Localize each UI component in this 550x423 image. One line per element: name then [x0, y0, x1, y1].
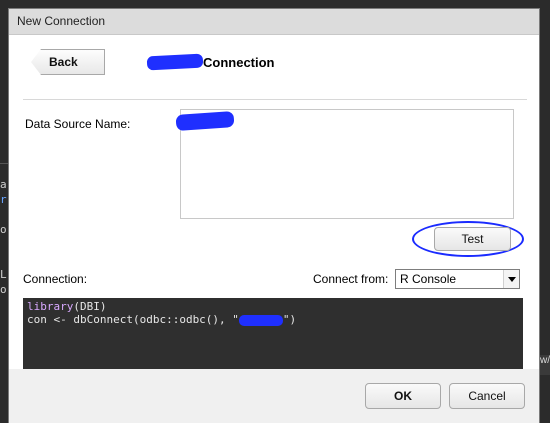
- back-button[interactable]: Back: [31, 49, 105, 75]
- dialog-title: New Connection: [9, 9, 539, 35]
- code-function: library: [27, 300, 74, 313]
- connect-from-label: Connect from:: [313, 272, 389, 286]
- new-connection-dialog: New Connection Back Connection Data Sour…: [8, 8, 540, 423]
- header-divider: [23, 99, 527, 100]
- dialog-footer: OK Cancel: [9, 369, 539, 423]
- dialog-content: Back Connection Data Source Name: Test C…: [9, 35, 539, 369]
- background-editor-glyph: o: [0, 283, 7, 296]
- dialog-header: Back Connection: [9, 35, 539, 101]
- dsn-label: Data Source Name:: [25, 117, 131, 131]
- code-text: con <- dbConnect(odbc::odbc(), ": [27, 313, 239, 326]
- connect-from-value: R Console: [400, 272, 457, 286]
- background-editor-glyph: L: [0, 268, 7, 281]
- test-button[interactable]: Test: [434, 227, 511, 251]
- ok-button[interactable]: OK: [365, 383, 441, 409]
- background-editor-glyph: w/: [540, 355, 550, 375]
- redaction-scribble: [238, 314, 283, 326]
- chevron-down-icon: [503, 270, 519, 288]
- code-text: "): [282, 313, 297, 326]
- background-editor-glyph: a: [0, 178, 7, 191]
- connection-code[interactable]: library(DBI) con <- dbConnect(odbc::odbc…: [23, 298, 523, 369]
- connection-label: Connection:: [23, 272, 88, 286]
- redaction-scribble: [146, 53, 204, 71]
- page-title: Connection: [203, 55, 275, 70]
- background-editor-glyph: o: [0, 223, 7, 236]
- connect-from-select[interactable]: R Console: [395, 269, 520, 289]
- background-divider: [0, 163, 8, 164]
- cancel-button[interactable]: Cancel: [449, 383, 525, 409]
- background-editor-glyph: r: [0, 193, 7, 206]
- code-text: (DBI): [73, 300, 107, 313]
